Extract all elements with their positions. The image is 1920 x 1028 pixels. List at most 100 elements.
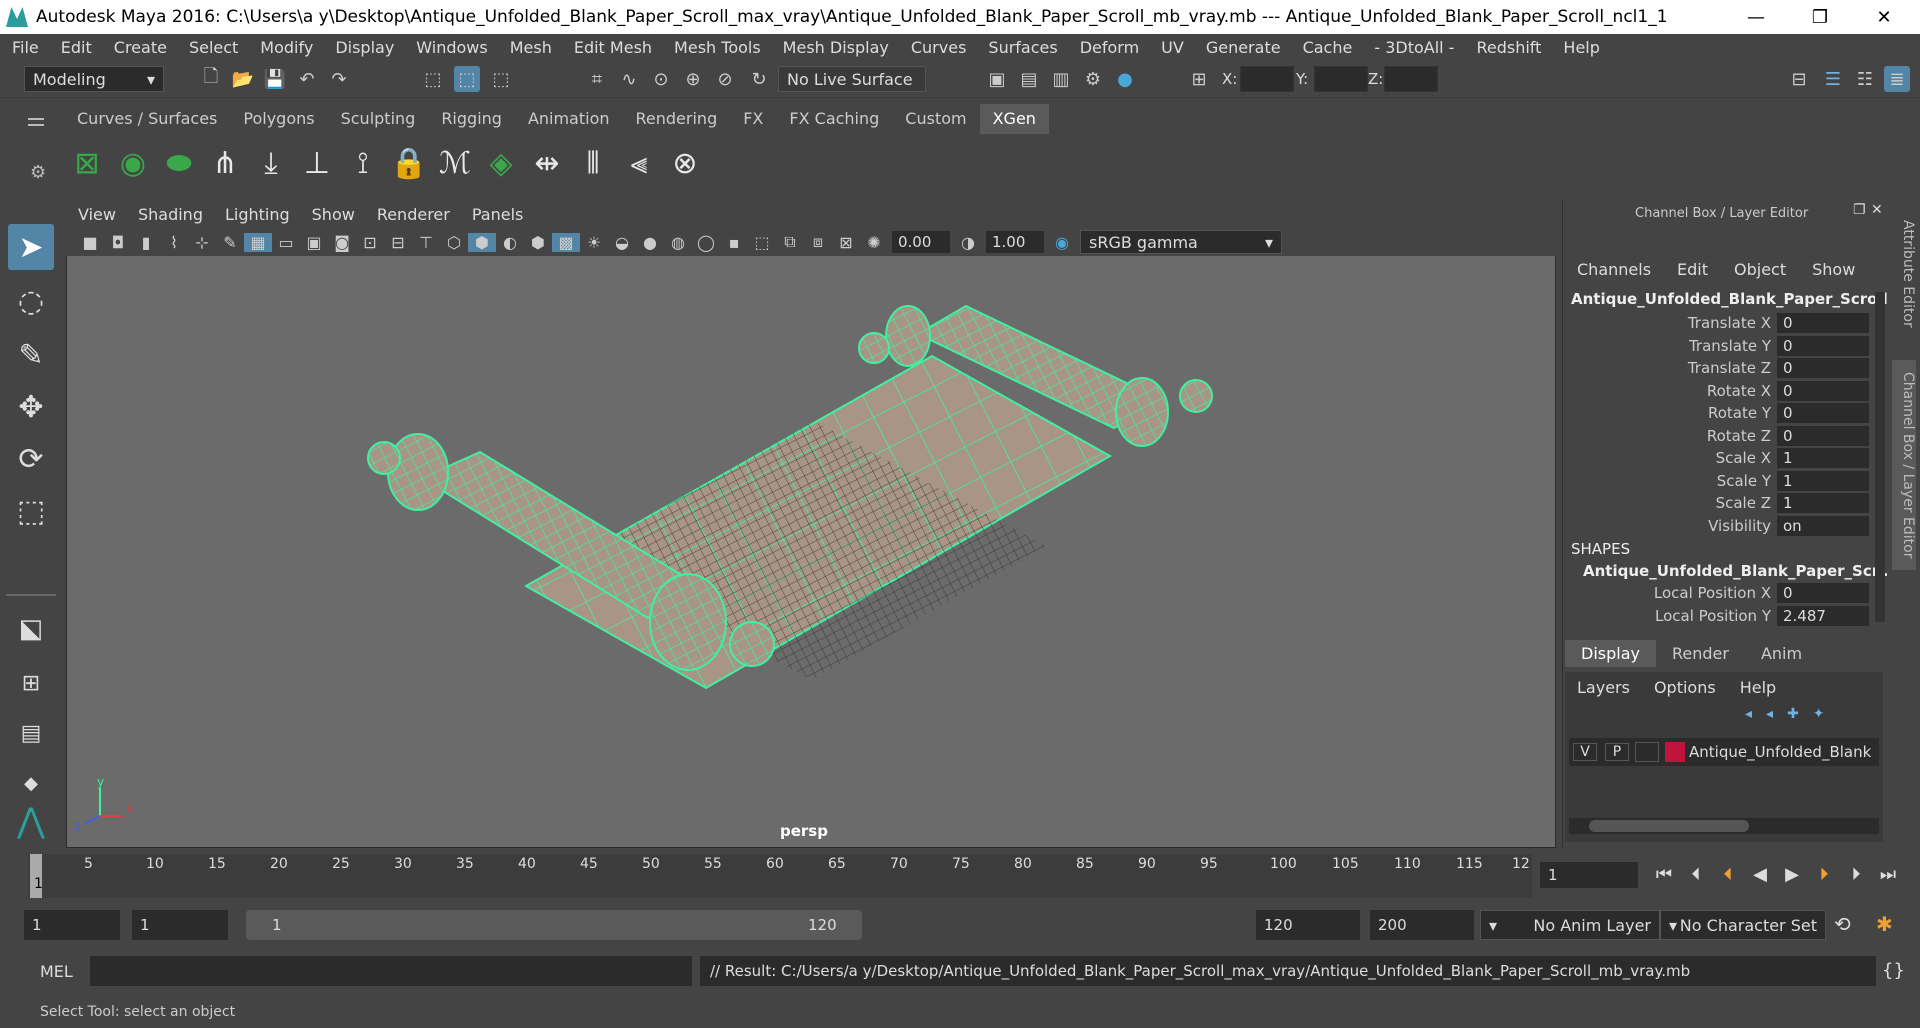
scale-tool-icon[interactable]: ⬚ (8, 488, 54, 534)
attribute-row[interactable]: Translate Z0 (1563, 357, 1869, 380)
xgen-guides-to-curves-icon[interactable]: ⫴ (570, 138, 616, 188)
go-to-end-icon[interactable]: ⏭ (1872, 864, 1904, 885)
vp-menu-shading[interactable]: Shading (138, 205, 203, 224)
tab-fx-caching[interactable]: FX Caching (776, 104, 892, 134)
range-slider[interactable]: 1 120 (246, 910, 862, 940)
start-frame-input[interactable]: 1 (24, 910, 120, 940)
command-input[interactable] (90, 956, 692, 986)
attribute-row[interactable]: Translate Y0 (1563, 335, 1869, 358)
save-scene-icon[interactable]: 💾 (262, 66, 288, 92)
shadows-icon[interactable]: ◒ (608, 233, 636, 252)
anim-layer-dropdown[interactable]: ▾ No Anim Layer (1480, 910, 1660, 940)
play-back-icon[interactable]: ◀ (1744, 864, 1776, 885)
attribute-editor-tab[interactable]: Attribute Editor (1892, 214, 1916, 334)
safe-title-icon[interactable]: ⊤ (412, 233, 440, 252)
channel-box-tab[interactable]: Channel Box / Layer Editor (1892, 360, 1916, 570)
attribute-row[interactable]: Scale Y1 (1563, 470, 1869, 493)
smooth-shade-icon[interactable]: ⬢ (468, 232, 496, 252)
use-all-lights-icon[interactable]: ☀ (580, 233, 608, 252)
menu-generate[interactable]: Generate (1206, 38, 1281, 57)
tab-anim[interactable]: Anim (1745, 640, 1818, 667)
xgen-description-icon[interactable]: ⬬ (156, 138, 202, 188)
ambient-occlusion-icon[interactable]: ● (636, 233, 664, 252)
layer-row[interactable]: V P Antique_Unfolded_Blank (1569, 738, 1879, 766)
step-forward-key-icon[interactable]: ⏵ (1808, 864, 1840, 885)
le-menu-help[interactable]: Help (1740, 678, 1776, 697)
xgen-lock-length-icon[interactable]: ⟟ (340, 138, 386, 188)
menu-edit[interactable]: Edit (61, 38, 92, 57)
anti-aliasing-icon[interactable]: ◯ (692, 233, 720, 252)
snap-grid-icon[interactable]: ⌗ (584, 66, 610, 92)
attribute-row[interactable]: Scale Z1 (1563, 492, 1869, 515)
layer-name[interactable]: Antique_Unfolded_Blank (1689, 743, 1871, 761)
menu-deform[interactable]: Deform (1080, 38, 1139, 57)
le-menu-options[interactable]: Options (1654, 678, 1716, 697)
playback-start-input[interactable]: 1 (132, 910, 228, 940)
layer-visibility-toggle[interactable]: V (1573, 743, 1597, 761)
motion-blur-icon[interactable]: ◍ (664, 233, 692, 252)
go-to-start-icon[interactable]: ⏮ (1648, 864, 1680, 885)
tab-rigging[interactable]: Rigging (428, 104, 515, 134)
single-layout-icon[interactable]: ⬕ (8, 606, 54, 652)
vp-menu-view[interactable]: View (78, 205, 116, 224)
menu-help[interactable]: Help (1563, 38, 1599, 57)
shelf-settings-icon[interactable]: ⚙ (30, 162, 46, 183)
step-back-key-icon[interactable]: ⏴ (1712, 864, 1744, 885)
modeling-toolkit-icon[interactable]: ⊟ (1786, 66, 1812, 92)
playback-end-input[interactable]: 120 (1256, 910, 1360, 940)
object-name[interactable]: Antique_Unfolded_Blank_Paper_Scroll... (1571, 290, 1905, 308)
xgen-preview-icon[interactable]: ◉ (110, 138, 156, 188)
menu-3dtoall[interactable]: - 3DtoAll - (1374, 38, 1454, 57)
mode-dropdown[interactable]: Modeling ▾ (24, 66, 164, 92)
cb-menu-channels[interactable]: Channels (1577, 260, 1651, 279)
gamma-icon[interactable]: ◑ (954, 233, 982, 252)
xgen-density-icon[interactable]: ◈ (478, 138, 524, 188)
float-panel-icon[interactable]: ❐ (1853, 202, 1866, 218)
script-language-label[interactable]: MEL (40, 962, 73, 981)
open-scene-icon[interactable]: 📂 (230, 66, 256, 92)
tab-xgen[interactable]: XGen (979, 104, 1049, 134)
auto-key-icon[interactable]: ⟲ (1834, 912, 1851, 936)
xgen-place-guide-icon[interactable]: ⤓ (248, 138, 294, 188)
maximize-button[interactable]: ❐ (1792, 0, 1848, 34)
play-forward-icon[interactable]: ▶ (1776, 864, 1808, 885)
select-component-icon[interactable]: ⬚ (488, 66, 514, 92)
step-back-icon[interactable]: ⏴ (1680, 864, 1712, 885)
attribute-row[interactable]: Rotate Y0 (1563, 402, 1869, 425)
select-object-icon[interactable]: ⬚ (454, 66, 480, 92)
xray-icon[interactable]: ⧉ (776, 232, 804, 252)
vp-menu-panels[interactable]: Panels (472, 205, 524, 224)
select-tool-icon[interactable]: ➤ (8, 224, 54, 270)
depth-of-field-icon[interactable]: ▪ (720, 233, 748, 252)
attribute-row[interactable]: Rotate Z0 (1563, 425, 1869, 448)
attribute-row[interactable]: Visibility on (1563, 515, 1869, 538)
render-frame-icon[interactable]: ▤ (1016, 66, 1042, 92)
move-tool-icon[interactable]: ✥ (8, 384, 54, 430)
menu-display[interactable]: Display (335, 38, 394, 57)
grease-pencil-icon[interactable]: ✎ (216, 233, 244, 252)
four-view-layout-icon[interactable]: ⊞ (8, 660, 54, 706)
attribute-row[interactable]: Scale X1 (1563, 447, 1869, 470)
live-surface-field[interactable]: No Live Surface (778, 66, 926, 92)
exposure-input[interactable]: 0.00 (892, 231, 950, 253)
tab-custom[interactable]: Custom (892, 104, 979, 134)
close-button[interactable]: ✕ (1856, 0, 1912, 34)
layer-reference-toggle[interactable] (1635, 742, 1659, 762)
make-live-icon[interactable]: ⊘ (712, 66, 738, 92)
xgen-curves-icon[interactable]: ⫷ (616, 138, 662, 188)
cb-menu-object[interactable]: Object (1734, 260, 1786, 279)
camera-attributes-icon[interactable]: ◘ (104, 233, 132, 252)
gamma-input[interactable]: 1.00 (986, 231, 1044, 253)
render-view-icon[interactable]: ▣ (984, 66, 1010, 92)
vp-menu-show[interactable]: Show (312, 205, 355, 224)
menu-create[interactable]: Create (114, 38, 167, 57)
ipr-render-icon[interactable]: ▥ (1048, 66, 1074, 92)
wireframe-icon[interactable]: ⬡ (440, 233, 468, 252)
cb-menu-edit[interactable]: Edit (1677, 260, 1708, 279)
step-forward-icon[interactable]: ⏵ (1840, 864, 1872, 885)
cb-menu-show[interactable]: Show (1812, 260, 1855, 279)
layer-scrollbar[interactable] (1569, 818, 1879, 834)
snap-point-icon[interactable]: ⊙ (648, 66, 674, 92)
tab-render[interactable]: Render (1656, 640, 1745, 667)
safe-action-icon[interactable]: ⊟ (384, 233, 412, 252)
